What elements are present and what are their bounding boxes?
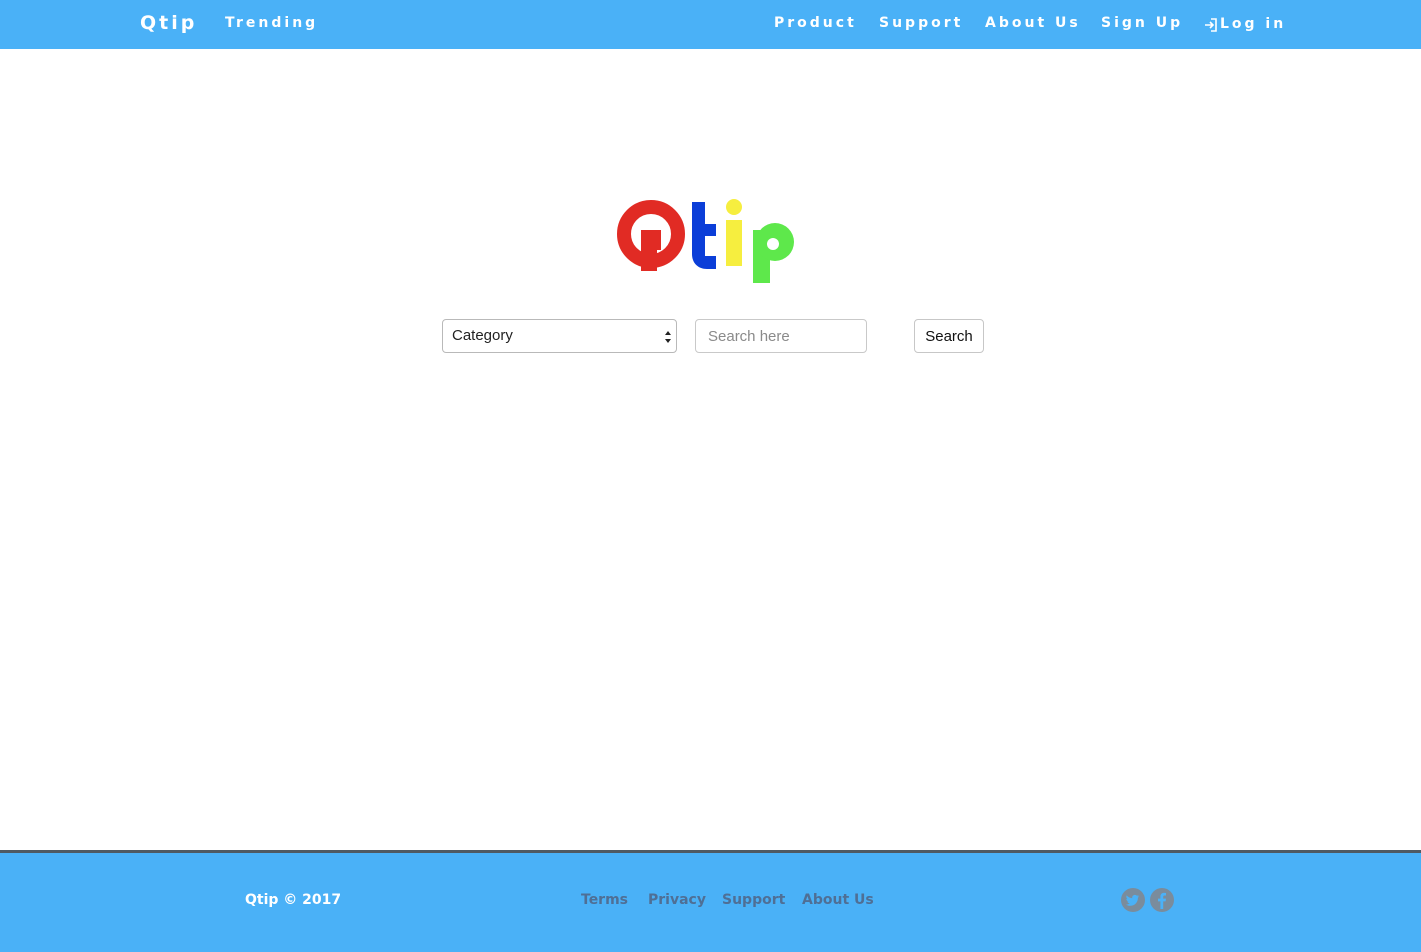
footer-copyright: Qtip © 2017 (245, 892, 342, 908)
category-select-value: Category (452, 327, 513, 344)
log-in-icon (1204, 17, 1218, 32)
nav-about-us[interactable]: About Us (985, 0, 1081, 49)
facebook-icon[interactable] (1150, 888, 1174, 912)
footer-link-terms[interactable]: Terms (581, 853, 628, 948)
qtip-logo (612, 194, 808, 288)
brand-link[interactable]: Qtip (140, 0, 197, 49)
nav-log-in[interactable]: Log in (1204, 0, 1286, 49)
nav-sign-up[interactable]: Sign Up (1101, 0, 1183, 49)
nav-support[interactable]: Support (879, 0, 963, 49)
footer-link-support[interactable]: Support (722, 853, 785, 948)
nav-log-in-label: Log in (1220, 16, 1287, 32)
search-input[interactable] (695, 319, 867, 353)
footer-link-privacy[interactable]: Privacy (648, 853, 706, 948)
category-select[interactable]: Category (442, 319, 677, 353)
nav-trending[interactable]: Trending (225, 0, 318, 49)
nav-product[interactable]: Product (774, 0, 857, 49)
twitter-icon[interactable] (1121, 888, 1145, 912)
select-arrows-icon (664, 329, 672, 343)
search-button[interactable]: Search (914, 319, 984, 353)
footer: Qtip © 2017 Terms Privacy Support About … (0, 850, 1421, 952)
top-navbar: Qtip Trending Product Support About Us S… (0, 0, 1421, 49)
footer-link-about-us[interactable]: About Us (802, 853, 874, 948)
